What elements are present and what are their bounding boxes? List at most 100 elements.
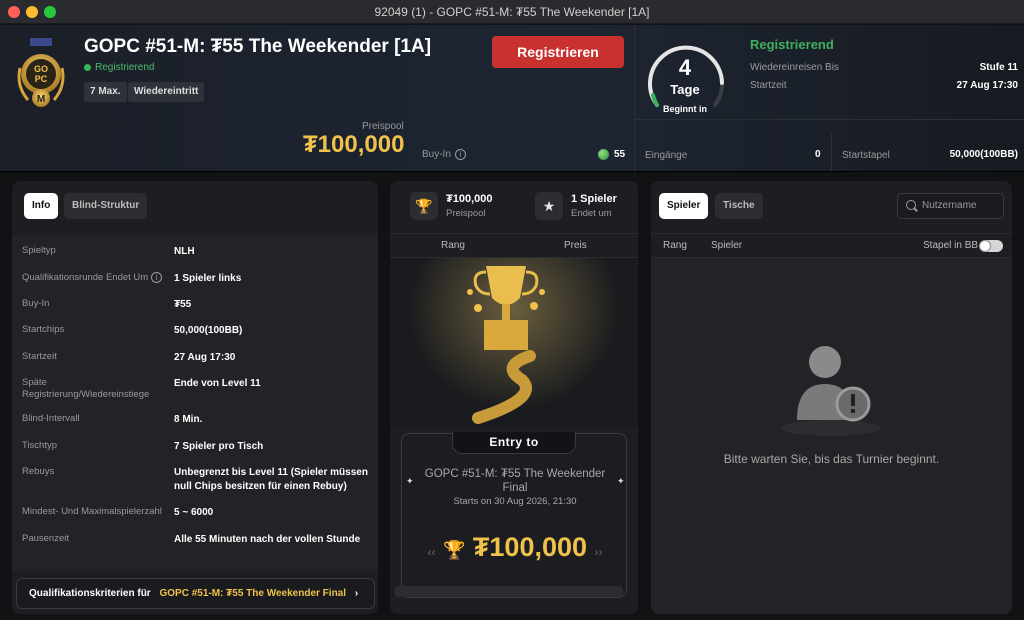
info-value: 5 ~ 6000	[174, 507, 214, 518]
info-key: Spieltyp	[22, 245, 56, 256]
prize-summary: 🏆 ₮100,000 Preispool ★ 1 Spieler Endet u…	[390, 181, 638, 233]
buyin-label: Buy-In i	[422, 149, 466, 160]
info-icon[interactable]: i	[454, 149, 466, 160]
info-key: Rebuys	[22, 466, 55, 477]
podium-icon: ★	[535, 192, 563, 220]
window-title: 92049 (1) - GOPC #51-M: ₮55 The Weekende…	[374, 5, 650, 19]
info-key: Startchips	[22, 324, 65, 335]
trophy-icon: 🏆	[442, 540, 466, 560]
register-button[interactable]: Registrieren	[492, 36, 624, 68]
svg-text:PC: PC	[35, 74, 48, 84]
tournament-logo-icon: GO PC M	[17, 38, 65, 107]
info-list: Spieltyp NLH Qualifikationsrunde Endet U…	[12, 235, 378, 571]
prize-pool-value: ₮100,000	[303, 131, 405, 158]
gem-icon	[598, 149, 609, 160]
svg-text:GO: GO	[34, 64, 48, 74]
info-panel: Info Blind-Struktur Spieltyp NLH Qualifi…	[12, 181, 378, 614]
info-key: Blind-Intervall	[22, 413, 80, 424]
info-value: 7 Spieler pro Tisch	[174, 441, 264, 452]
late-reg-value: Stufe 11	[979, 62, 1018, 73]
qualification-criteria-button[interactable]: Qualifikationskriterien für GOPC #51-M: …	[16, 578, 375, 609]
entry-prize: ‹‹ 🏆 ₮100,000 ››	[402, 532, 628, 563]
info-key: Späte Registrierung/Wiedereinstiege	[22, 377, 150, 400]
entry-start-time: Starts on 30 Aug 2026, 21:30	[453, 496, 577, 507]
prize-table-header: Rang Preis	[390, 233, 638, 258]
prize-summary-label: Preispool	[446, 208, 486, 219]
players-label: Endet um	[571, 208, 612, 219]
entry-title: GOPC #51-M: ₮55 The Weekender Final	[424, 468, 606, 494]
waiting-user-icon	[781, 346, 881, 436]
header-divider	[635, 119, 1024, 120]
entries-label: Eingänge	[645, 150, 688, 161]
info-value: NLH	[174, 246, 195, 257]
info-icon[interactable]: i	[150, 272, 162, 283]
entry-ticket-card: Entry to ✦ ✦ GOPC #51-M: ₮55 The Weekend…	[401, 432, 628, 598]
registration-status: Registrierend	[84, 62, 154, 73]
info-key: Buy-In	[22, 298, 50, 309]
trophy-illustration	[390, 258, 638, 428]
qualification-link[interactable]: GOPC #51-M: ₮55 The Weekender Final	[159, 588, 346, 599]
trophy-icon: 🏆	[410, 192, 438, 220]
buyin-amount: 55	[614, 149, 626, 160]
chevrons-right-icon: ››	[594, 545, 603, 559]
entry-prize-value: ₮100,000	[472, 532, 588, 562]
info-key-text: Qualifikationsrunde Endet Um	[22, 272, 149, 283]
starting-stack-value: 50,000(100BB)	[949, 149, 1018, 160]
start-time-value: 27 Aug 17:30	[956, 80, 1018, 91]
players-list: Bitte warten Sie, bis das Turnier beginn…	[651, 258, 1012, 614]
col-player: Spieler	[711, 240, 743, 251]
buyin-value: 55	[598, 149, 625, 160]
info-value: 50,000(100BB)	[174, 325, 243, 336]
info-value: 27 Aug 17:30	[174, 352, 236, 363]
tournament-title: GOPC #51-M: ₮55 The Weekender [1A]	[84, 36, 432, 57]
entry-tag: Entry to	[452, 432, 576, 454]
start-time-label: Startzeit	[750, 80, 787, 91]
info-value: ₮55	[174, 299, 192, 310]
tab-tables[interactable]: Tische	[715, 193, 763, 219]
info-value: Unbegrenzt bis Level 11 (Spieler müssen …	[174, 467, 368, 492]
tab-info[interactable]: Info	[24, 193, 59, 219]
col-rank: Rang	[441, 240, 465, 251]
info-key: Tischtyp	[22, 440, 58, 451]
stack-bb-label: Stapel in BB	[923, 240, 979, 251]
countdown-number: 4	[678, 55, 692, 80]
prize-panel: 🏆 ₮100,000 Preispool ★ 1 Spieler Endet u…	[390, 181, 638, 614]
info-value: Ende von Level 11	[174, 378, 261, 389]
search-icon	[906, 200, 916, 210]
starting-stack-label: Startstapel	[842, 150, 890, 161]
info-key: Mindest- Und Maximalspielerzahl	[22, 506, 162, 517]
countdown-label: Beginnt in	[663, 104, 707, 114]
tab-players[interactable]: Spieler	[659, 193, 709, 219]
col-rank: Rang	[663, 240, 687, 251]
players-table-header: Rang Spieler Stapel in BB	[651, 233, 1012, 258]
search-placeholder: Nutzername	[922, 200, 977, 211]
buyin-label-text: Buy-In	[422, 149, 451, 160]
info-key: Startzeit	[22, 351, 57, 362]
chevron-right-icon: ›	[354, 588, 359, 599]
tournament-header: GO PC M GOPC #51-M: ₮55 The Weekender [1…	[0, 25, 1024, 172]
info-value: 1 Spieler links	[174, 273, 242, 284]
registration-status-label: Registrierend	[95, 62, 155, 73]
col-prize: Preis	[564, 240, 587, 251]
info-value: Alle 55 Minuten nach der vollen Stunde	[174, 534, 361, 545]
countdown-unit: Tage	[670, 82, 700, 97]
max-players-chip: 7 Max.	[84, 82, 127, 102]
qualification-prefix: Qualifikationskriterien für	[29, 588, 151, 599]
players-panel: Spieler Tische Nutzername Rang Spieler S…	[651, 181, 1012, 614]
search-input[interactable]: Nutzername	[897, 193, 1004, 219]
svg-text:M: M	[37, 94, 45, 105]
entries-value: 0	[815, 149, 821, 160]
trophy-icon	[467, 266, 545, 424]
header-stats: 4 Tage Beginnt in Registrierend Wiederei…	[634, 25, 1024, 172]
waiting-message: Bitte warten Sie, bis das Turnier beginn…	[723, 452, 940, 466]
scroll-bar[interactable]	[395, 586, 623, 597]
info-key: Pausenzeit	[22, 533, 70, 544]
sparkle-icon: ✦	[617, 476, 625, 486]
players-value: 1 Spieler	[571, 193, 617, 205]
chevrons-left-icon: ‹‹	[427, 545, 436, 559]
reentry-chip: Wiedereintritt	[128, 82, 205, 102]
late-reg-label: Wiedereinreisen Bis	[750, 62, 839, 73]
info-value: 8 Min.	[174, 414, 203, 425]
stack-bb-toggle[interactable]	[979, 240, 1003, 252]
tab-blind-structure[interactable]: Blind-Struktur	[64, 193, 148, 219]
